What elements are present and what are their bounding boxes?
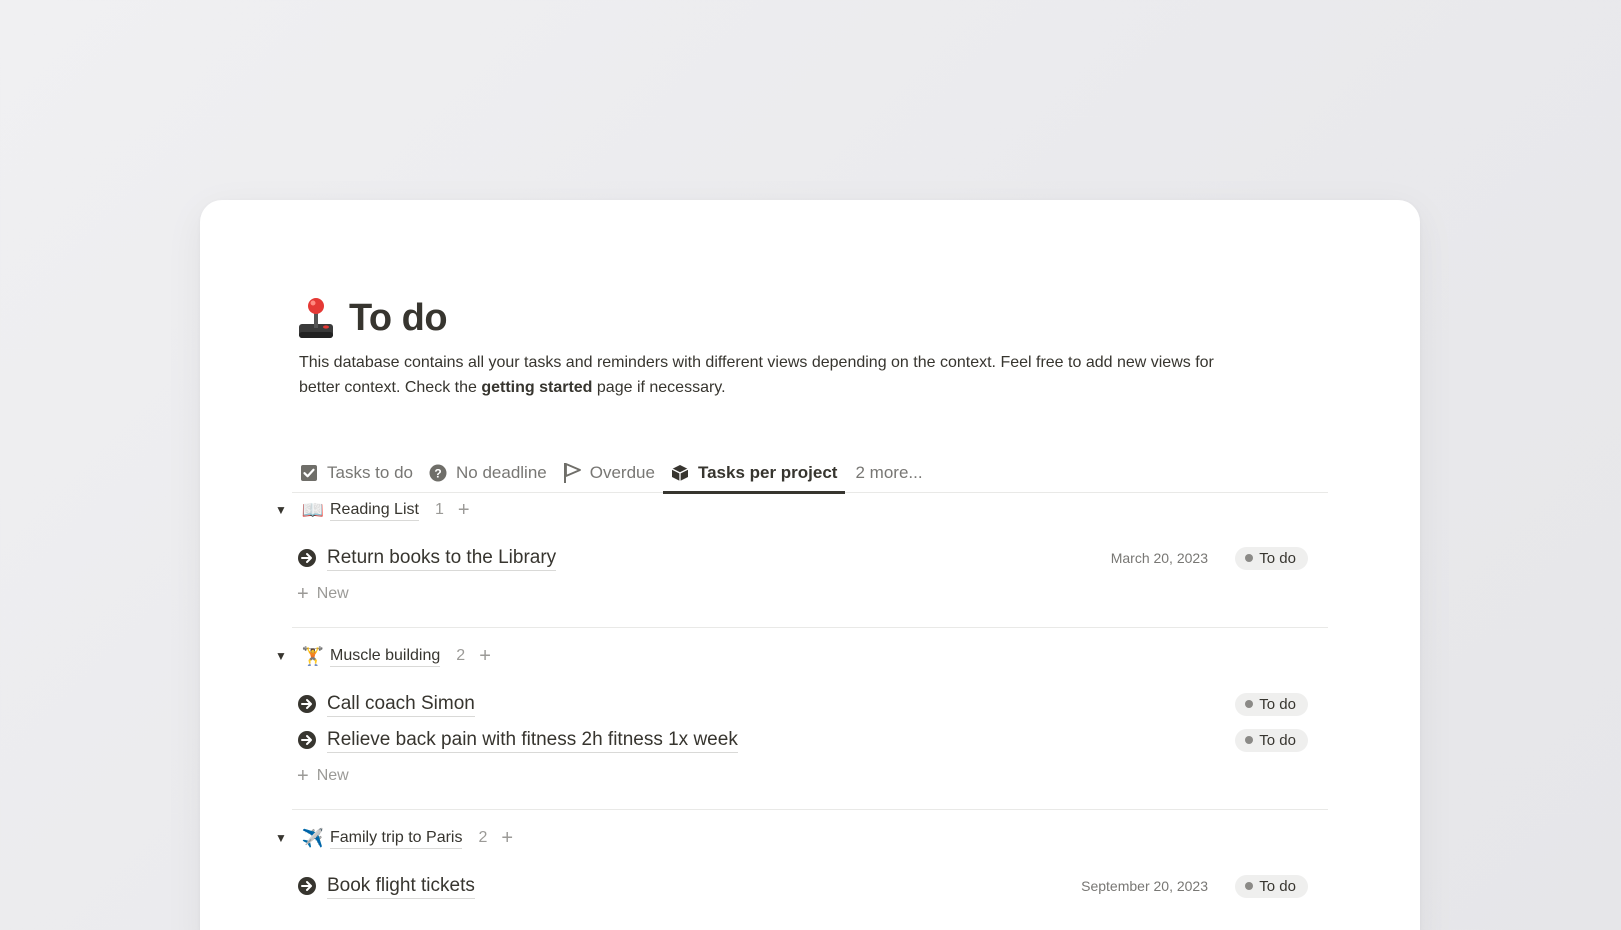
- checkbox-icon: [300, 464, 318, 482]
- view-tabs: Tasks to do ? No deadline Overdue Tasks …: [292, 453, 1328, 494]
- add-to-group-button[interactable]: +: [479, 646, 491, 666]
- task-date: September 20, 2023: [1081, 878, 1208, 894]
- task-title[interactable]: Call coach Simon: [327, 692, 475, 717]
- more-views-label: 2 more...: [855, 463, 923, 482]
- plus-icon: +: [297, 764, 309, 787]
- arrow-circle-icon: [298, 731, 316, 749]
- toggle-triangle-icon[interactable]: ▼: [270, 649, 292, 663]
- description-text: This database contains all your tasks an…: [299, 354, 1214, 396]
- page-title: To do: [349, 296, 448, 339]
- group-divider: [292, 627, 1328, 628]
- status-badge[interactable]: To do: [1235, 728, 1308, 752]
- flag-icon: [563, 463, 581, 483]
- toggle-triangle-icon[interactable]: ▼: [270, 831, 292, 845]
- question-circle-icon: ?: [429, 464, 447, 482]
- status-dot: [1245, 882, 1254, 890]
- status-badge[interactable]: To do: [1235, 546, 1308, 570]
- tab-label: Overdue: [589, 463, 655, 482]
- group-count: 1: [434, 501, 444, 518]
- group-header: ▼ ✈️ Family trip to Paris 2 +: [270, 823, 1328, 853]
- arrow-circle-icon: [298, 695, 316, 713]
- new-label: New: [316, 767, 349, 784]
- group-name[interactable]: Reading List: [330, 500, 419, 521]
- joystick-icon: [299, 298, 333, 338]
- add-to-group-button[interactable]: +: [458, 500, 470, 520]
- status-label: To do: [1259, 877, 1296, 895]
- status-label: To do: [1259, 731, 1296, 749]
- tab-no-deadline[interactable]: ? No deadline: [421, 453, 555, 493]
- task-title[interactable]: Return books to the Library: [327, 546, 557, 571]
- getting-started-link[interactable]: getting started: [481, 379, 592, 396]
- tab-label: Tasks per project: [697, 463, 838, 482]
- group-reading-list: ▼ 📖 Reading List 1 + Return books to the…: [270, 495, 1328, 612]
- status-dot: [1245, 700, 1254, 708]
- status-label: To do: [1259, 549, 1296, 567]
- status-badge[interactable]: To do: [1235, 874, 1308, 898]
- task-date: March 20, 2023: [1110, 550, 1208, 566]
- weightlifter-icon: 🏋️: [301, 645, 325, 666]
- new-label: New: [316, 585, 349, 602]
- task-title[interactable]: Book flight tickets: [327, 874, 475, 899]
- status-label: To do: [1259, 695, 1296, 713]
- new-item-button[interactable]: + New: [270, 758, 1328, 794]
- group-header: ▼ 🏋️ Muscle building 2 +: [270, 641, 1328, 671]
- task-row[interactable]: Relieve back pain with fitness 2h fitnes…: [270, 722, 1328, 758]
- task-row[interactable]: Call coach Simon To do: [270, 686, 1328, 722]
- page-header: To do: [297, 296, 448, 340]
- group-header: ▼ 📖 Reading List 1 +: [270, 495, 1328, 525]
- cube-icon: [671, 464, 689, 482]
- airplane-icon: ✈️: [301, 827, 325, 848]
- group-name[interactable]: Muscle building: [330, 646, 441, 667]
- tab-overdue[interactable]: Overdue: [555, 453, 663, 493]
- group-muscle-building: ▼ 🏋️ Muscle building 2 + Call coach Simo…: [270, 641, 1328, 794]
- add-to-group-button[interactable]: +: [501, 828, 513, 848]
- task-title[interactable]: Relieve back pain with fitness 2h fitnes…: [327, 728, 738, 753]
- tab-label: No deadline: [456, 463, 547, 482]
- status-dot: [1245, 736, 1254, 744]
- group-count: 2: [478, 829, 488, 846]
- page-card: To do This database contains all your ta…: [200, 200, 1420, 930]
- group-divider: [292, 809, 1328, 810]
- arrow-circle-icon: [298, 549, 316, 567]
- svg-text:?: ?: [434, 467, 441, 481]
- plus-icon: +: [297, 582, 309, 605]
- group-family-trip: ▼ ✈️ Family trip to Paris 2 + Book fligh…: [270, 823, 1328, 904]
- toggle-triangle-icon[interactable]: ▼: [270, 503, 292, 517]
- more-views-button[interactable]: 2 more...: [845, 453, 930, 493]
- tab-tasks-per-project[interactable]: Tasks per project: [662, 453, 846, 494]
- tab-tasks-to-do[interactable]: Tasks to do: [292, 453, 421, 493]
- group-count: 2: [456, 647, 466, 664]
- tab-label: Tasks to do: [327, 463, 413, 482]
- new-item-button[interactable]: + New: [270, 576, 1328, 612]
- book-icon: 📖: [301, 499, 325, 520]
- page-description: This database contains all your tasks an…: [299, 350, 1229, 400]
- status-badge[interactable]: To do: [1235, 692, 1308, 716]
- status-dot: [1245, 554, 1254, 562]
- task-row[interactable]: Return books to the Library March 20, 20…: [270, 540, 1328, 576]
- arrow-circle-icon: [298, 877, 316, 895]
- task-row[interactable]: Book flight tickets September 20, 2023 T…: [270, 868, 1328, 904]
- description-text-end: page if necessary.: [592, 379, 726, 396]
- group-name[interactable]: Family trip to Paris: [330, 828, 463, 849]
